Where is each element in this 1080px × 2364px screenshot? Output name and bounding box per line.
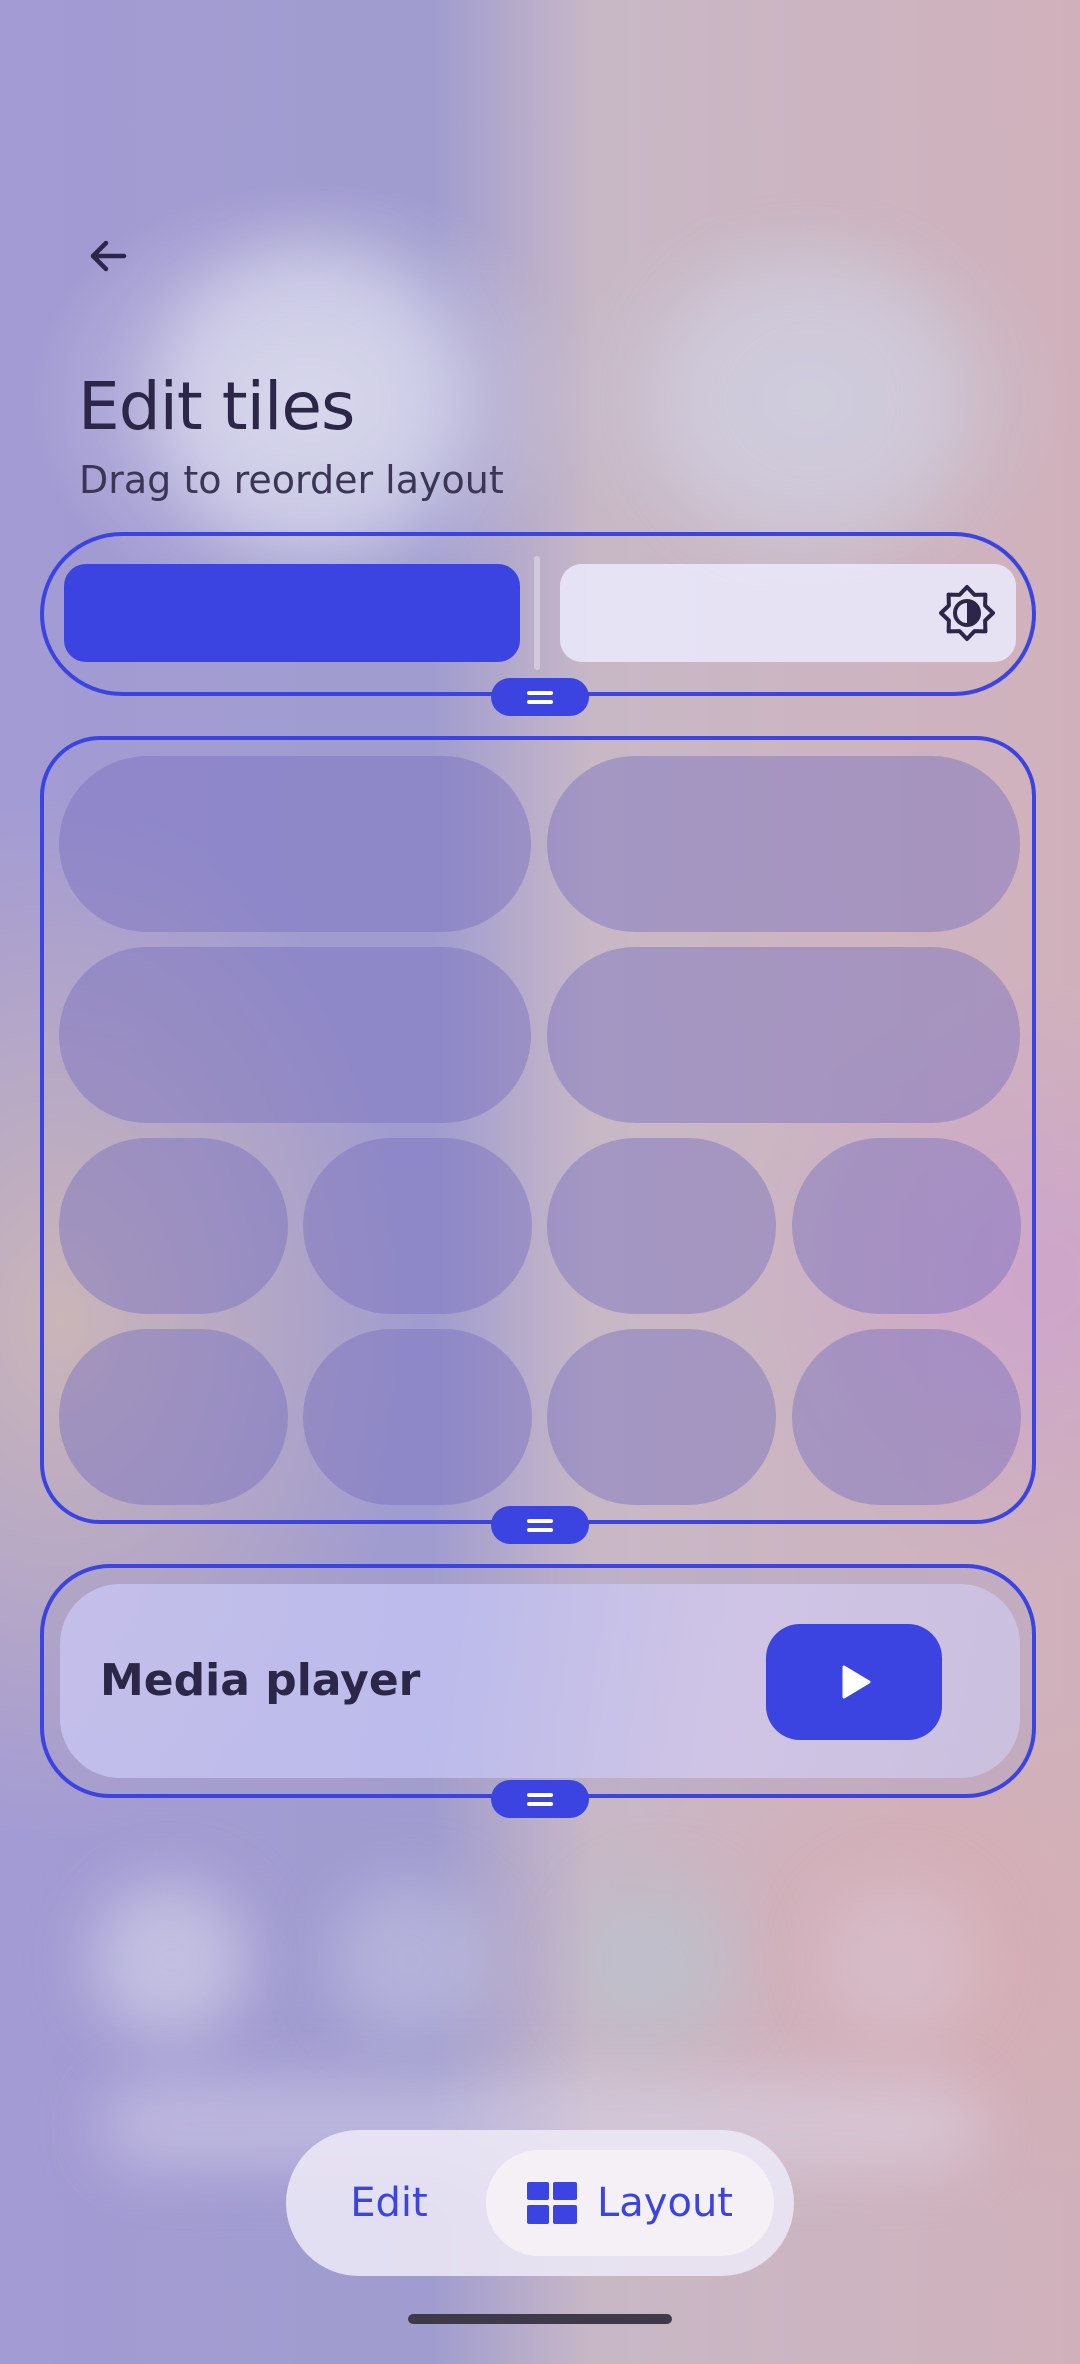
background-blob [330,1880,490,2040]
tile-placeholder[interactable] [547,947,1020,1123]
slider-divider [534,556,540,670]
arrow-back-icon [90,240,127,272]
mode-edit-label: Edit [350,2180,428,2226]
tile-placeholder[interactable] [303,1329,532,1505]
play-icon [842,1665,871,1699]
tile-placeholder[interactable] [59,1138,288,1314]
brightness-slider-track [560,564,1016,662]
brightness-slider-fill [64,564,520,662]
brightness-auto-icon [939,585,995,641]
page-subtitle: Drag to reorder layout [79,458,504,502]
tile-placeholder[interactable] [59,756,531,932]
drag-handle-icon[interactable] [491,678,589,716]
media-player-card[interactable]: Media player [60,1584,1020,1778]
tile-placeholder[interactable] [547,1138,776,1314]
grid-layout-icon [527,2182,577,2224]
drag-handle-icon[interactable] [491,1780,589,1818]
tile-placeholder[interactable] [792,1138,1021,1314]
tile-placeholder[interactable] [547,756,1020,932]
mode-layout-button[interactable]: Layout [486,2150,774,2256]
tile-placeholder[interactable] [547,1329,776,1505]
background-blob [820,1880,980,2040]
drag-handle-icon[interactable] [491,1506,589,1544]
back-button[interactable] [72,220,144,292]
mode-edit-button[interactable]: Edit [286,2130,492,2276]
media-player-label: Media player [100,1655,421,1706]
background-blob [580,1880,740,2040]
mode-toggle: Edit Layout [286,2130,794,2276]
play-button[interactable] [766,1624,942,1740]
home-indicator[interactable] [408,2314,672,2324]
background-blob [90,1880,250,2040]
background-blob [660,260,960,540]
tile-placeholder[interactable] [303,1138,532,1314]
tile-placeholder[interactable] [59,1329,288,1505]
tile-placeholder[interactable] [59,947,531,1123]
page-title: Edit tiles [78,368,355,445]
mode-layout-label: Layout [597,2180,733,2226]
tile-placeholder[interactable] [792,1329,1021,1505]
